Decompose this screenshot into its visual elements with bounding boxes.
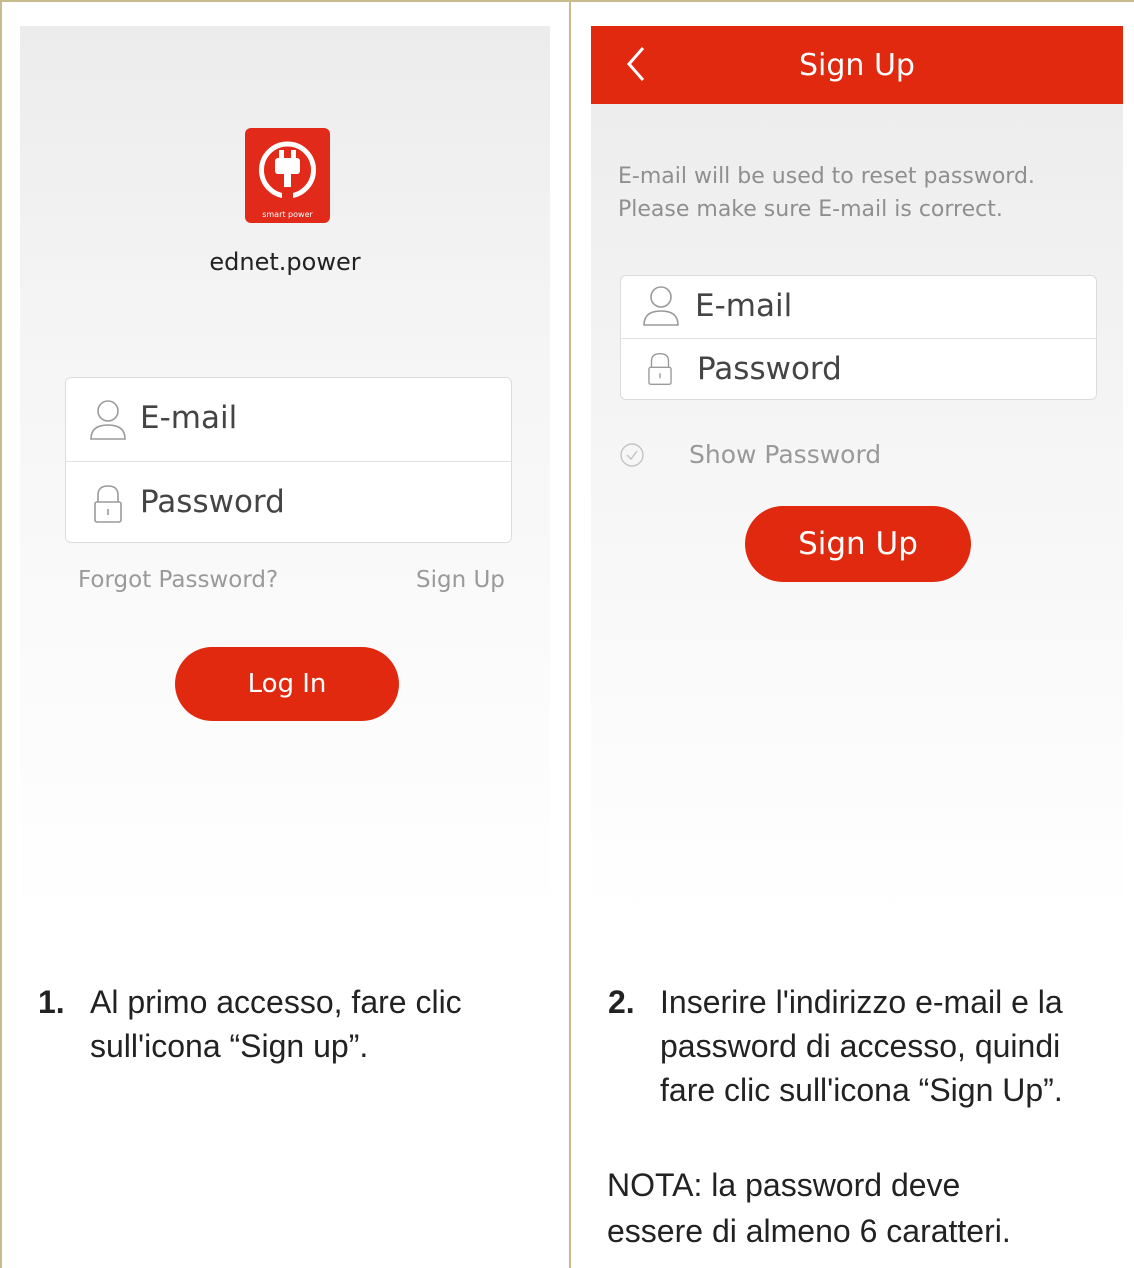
- password-field[interactable]: Password: [66, 461, 511, 544]
- header-bar: Sign Up: [591, 26, 1123, 104]
- signup-form: E-mail Password: [620, 275, 1097, 400]
- login-form: E-mail Password: [65, 377, 512, 543]
- note-line: NOTA: la password deve: [607, 1167, 961, 1203]
- lock-icon: [94, 485, 122, 523]
- email-hint: E-mail will be used to reset password. P…: [618, 164, 1035, 222]
- user-icon: [643, 286, 679, 326]
- step-1-number: 1.: [38, 984, 65, 1020]
- page-title: Sign Up: [799, 48, 915, 83]
- checkbox-check-icon[interactable]: [619, 442, 645, 468]
- email-placeholder: E-mail: [140, 400, 238, 436]
- table-border-left: [0, 0, 2, 1268]
- step-1-line: sull'icona “Sign up”.: [90, 1028, 369, 1064]
- lock-icon: [648, 353, 672, 385]
- logo-caption: smart power: [262, 210, 313, 219]
- login-button[interactable]: Log In: [175, 647, 399, 721]
- sign-up-link[interactable]: Sign Up: [416, 567, 505, 593]
- table-border-top: [0, 0, 1134, 2]
- email-placeholder: E-mail: [695, 288, 793, 324]
- plug-icon: [259, 141, 316, 200]
- app-logo: smart power: [245, 128, 330, 223]
- password-note: NOTA: la password deve essere di almeno …: [607, 1162, 1127, 1254]
- step-2-line: password di accesso, quindi: [660, 1028, 1061, 1064]
- signup-button[interactable]: Sign Up: [745, 506, 971, 582]
- step-2-line: Inserire l'indirizzo e-mail e la: [660, 984, 1063, 1020]
- step-1-text: Al primo accesso, fare clic sull'icona “…: [90, 980, 462, 1068]
- user-icon: [90, 400, 126, 440]
- password-placeholder: Password: [697, 351, 842, 387]
- step-2-line: fare clic sull'icona “Sign Up”.: [660, 1072, 1063, 1108]
- password-field[interactable]: Password: [621, 338, 1096, 401]
- password-placeholder: Password: [140, 484, 285, 520]
- forgot-password-link[interactable]: Forgot Password?: [78, 567, 278, 593]
- instruction-page: smart power ednet.power E-mail Password: [0, 0, 1134, 1268]
- step-2-text: Inserire l'indirizzo e-mail e la passwor…: [660, 980, 1063, 1112]
- email-field[interactable]: E-mail: [621, 276, 1096, 338]
- step-1-line: Al primo accesso, fare clic: [90, 984, 462, 1020]
- table-border-divider: [569, 0, 571, 1268]
- email-field[interactable]: E-mail: [66, 378, 511, 460]
- note-line: essere di almeno 6 caratteri.: [607, 1213, 1011, 1249]
- show-password-label: Show Password: [689, 440, 882, 469]
- login-screen: smart power ednet.power E-mail Password: [20, 26, 550, 918]
- signup-screen: Sign Up E-mail will be used to reset pas…: [591, 26, 1123, 918]
- step-2-number: 2.: [608, 984, 635, 1020]
- app-name: ednet.power: [209, 248, 361, 276]
